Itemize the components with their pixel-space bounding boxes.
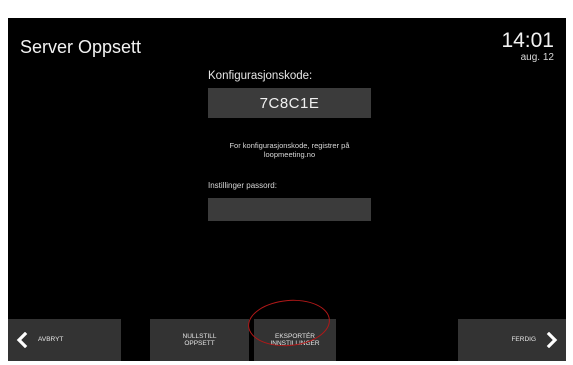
settings-password-input[interactable] <box>208 198 371 221</box>
config-info-line-2: loopmeeting.no <box>263 150 316 159</box>
reset-setup-label-line-2: OPPSETT <box>184 340 215 347</box>
clock-date: aug. 12 <box>520 52 554 63</box>
export-settings-button[interactable]: EKSPORTÉR INNSTILLINGER <box>254 319 336 361</box>
reset-setup-label-line-1: NULLSTILL <box>182 332 217 340</box>
settings-password-label: Instillinger passord: <box>208 181 277 190</box>
page-title: Server Oppsett <box>20 37 142 57</box>
cancel-button-label: AVBRYT <box>38 336 64 344</box>
export-settings-label-line-2: INNSTILLINGER <box>270 340 320 347</box>
clock-time: 14:01 <box>501 29 554 52</box>
config-code-label: Konfigurasjonskode: <box>208 70 313 82</box>
done-button[interactable]: FERDIG <box>458 319 566 361</box>
config-code-display: 7C8C1E <box>208 88 371 118</box>
config-info-line-1: For konfigurasjonskode, registrer på <box>229 141 350 150</box>
done-button-label: FERDIG <box>511 336 536 344</box>
chevron-left-icon <box>16 332 28 348</box>
bottom-action-bar: AVBRYT NULLSTILL OPPSETT EKSPORTÉR INNST… <box>8 319 566 361</box>
server-setup-screen: Server Oppsett 14:01 aug. 12 Konfigurasj… <box>8 18 566 361</box>
chevron-right-icon <box>546 332 558 348</box>
config-info-text: For konfigurasjonskode, registrer på loo… <box>198 141 381 159</box>
cancel-button[interactable]: AVBRYT <box>8 319 121 361</box>
status-clock: 14:01 aug. 12 <box>501 30 554 64</box>
export-settings-label-line-1: EKSPORTÉR <box>275 332 315 340</box>
reset-setup-button[interactable]: NULLSTILL OPPSETT <box>150 319 249 361</box>
